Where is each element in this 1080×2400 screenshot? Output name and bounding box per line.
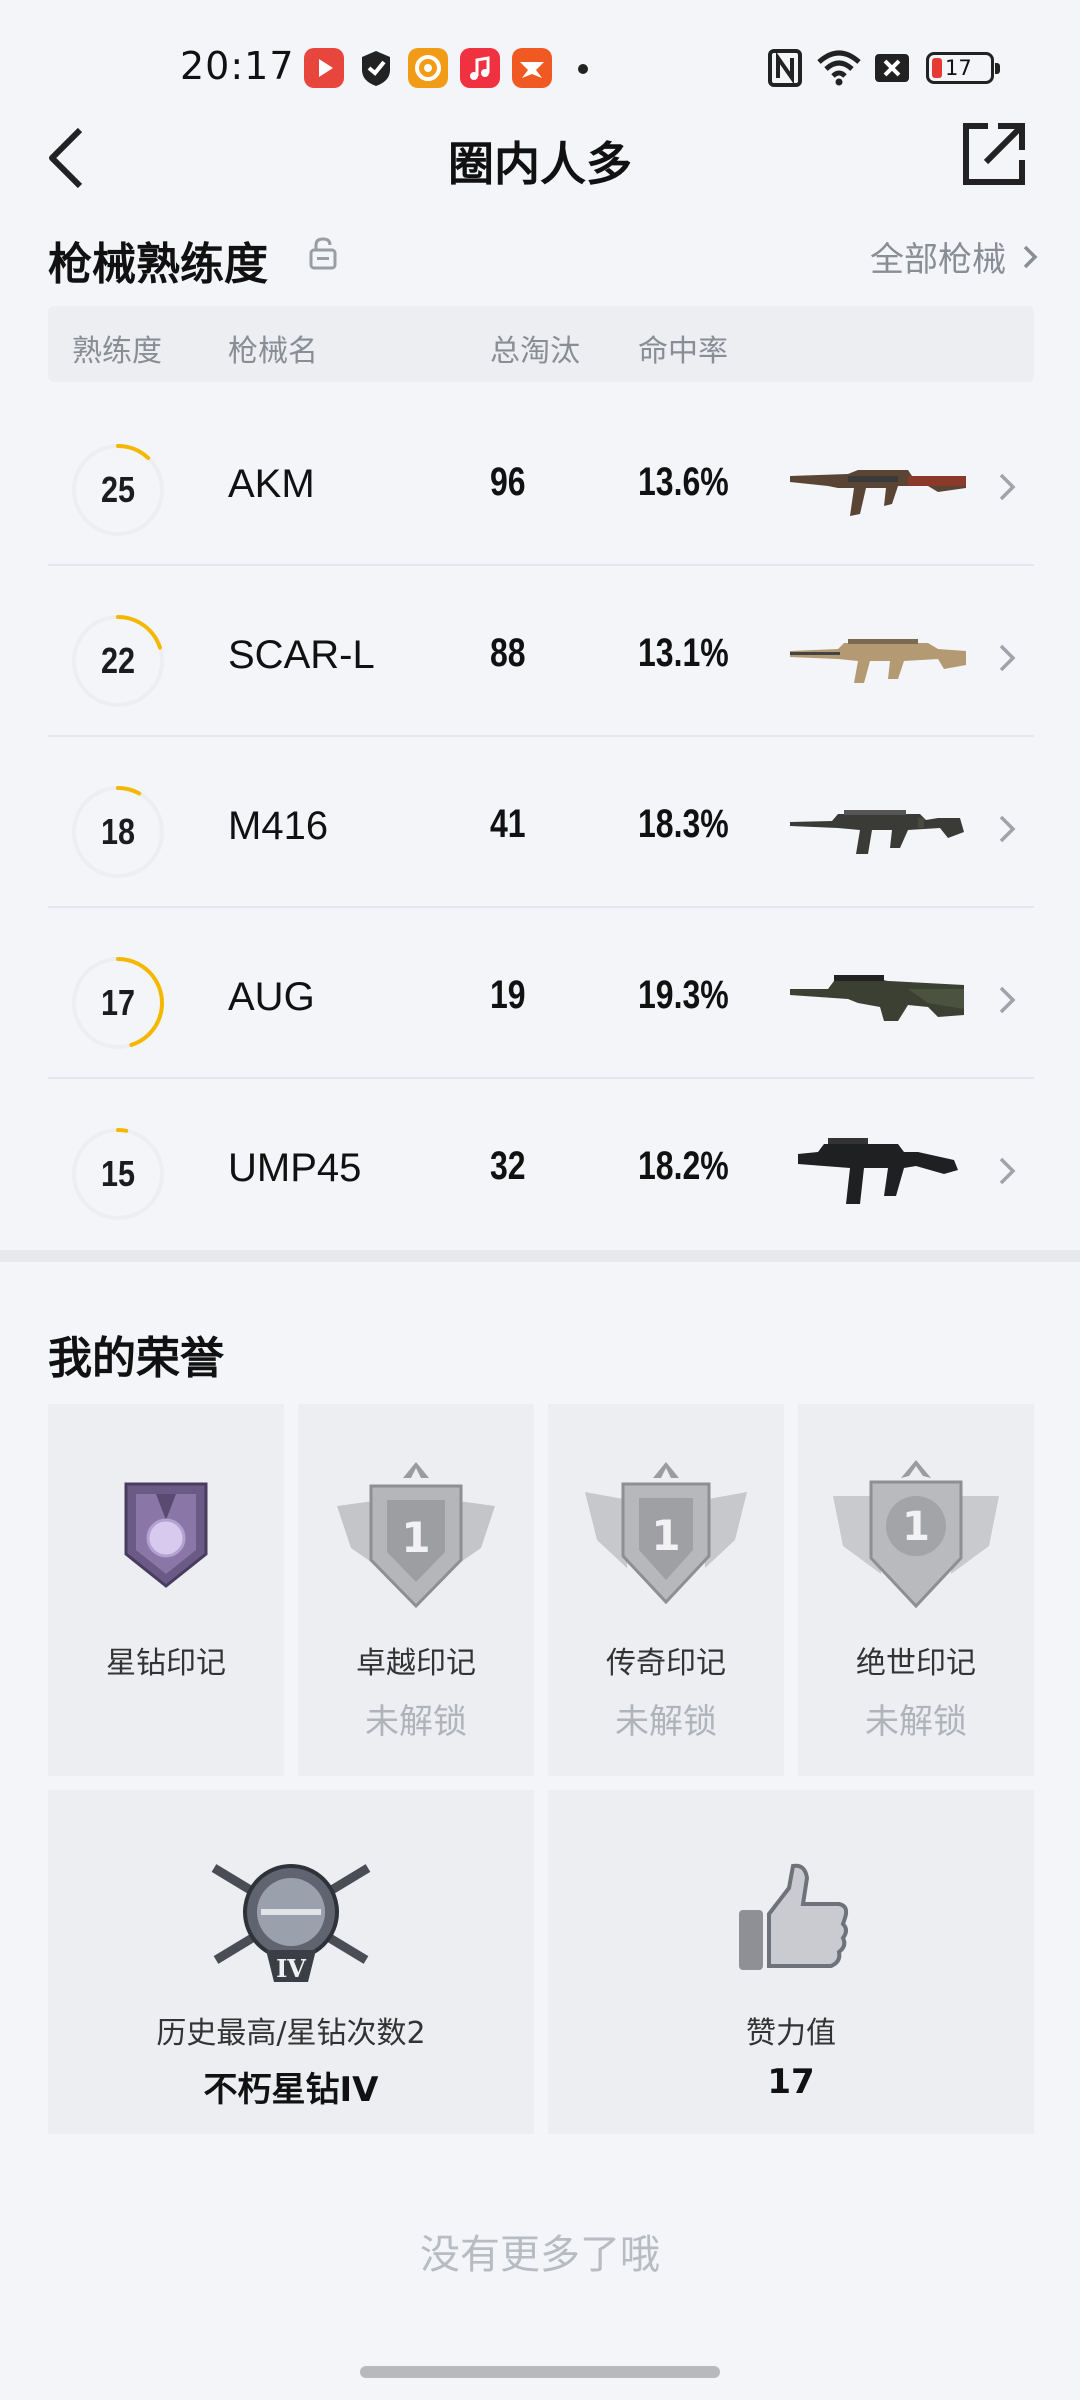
weapon-name: AKM bbox=[228, 462, 315, 506]
weapons-table-header: 熟练度 枪械名 总淘汰 命中率 bbox=[48, 306, 1034, 382]
winged-shield-emblem-icon: 1 bbox=[831, 1456, 1001, 1616]
honor-card-peerless[interactable]: 1 绝世印记 未解锁 bbox=[798, 1404, 1034, 1776]
highest-rank-card[interactable]: IV 历史最高/星钻次数2 不朽星钻IV bbox=[48, 1790, 534, 2134]
weapon-name: UMP45 bbox=[228, 1146, 362, 1190]
proficiency-ring: 18 bbox=[70, 784, 166, 880]
weapon-kills: 32 bbox=[490, 1144, 526, 1188]
proficiency-level: 15 bbox=[100, 1153, 136, 1194]
likes-card[interactable]: 赞力值 17 bbox=[548, 1790, 1034, 2134]
section-divider bbox=[0, 1250, 1080, 1262]
m416-rifle-image bbox=[788, 788, 968, 868]
rank-value: 不朽星钻IV bbox=[203, 2070, 379, 2110]
proficiency-level: 18 bbox=[100, 811, 136, 852]
svg-text:1: 1 bbox=[401, 1513, 430, 1562]
battery-percent: 17 bbox=[945, 56, 972, 80]
column-proficiency: 熟练度 bbox=[72, 334, 162, 369]
wifi-icon bbox=[816, 48, 862, 88]
honor-name: 传奇印记 bbox=[606, 1646, 726, 1681]
weapons-section-title: 枪械熟练度 bbox=[48, 239, 268, 290]
winged-shield-emblem-icon: 1 bbox=[331, 1456, 501, 1616]
thumbs-up-icon bbox=[731, 1860, 851, 1980]
music-app-icon bbox=[460, 48, 500, 88]
weapon-kills: 96 bbox=[490, 460, 526, 504]
chevron-right-icon bbox=[999, 986, 1016, 1014]
home-indicator[interactable] bbox=[360, 2366, 720, 2378]
honor-status: 未解锁 bbox=[365, 1702, 467, 1742]
battery-level bbox=[932, 58, 942, 78]
chevron-right-icon bbox=[999, 815, 1016, 843]
status-bar: 20:17 17 bbox=[0, 0, 1080, 130]
weapon-kills: 41 bbox=[490, 802, 526, 846]
akm-rifle-image bbox=[788, 446, 968, 526]
no-more-footer: 没有更多了哦 bbox=[420, 2232, 660, 2278]
weapon-hit-rate: 19.3% bbox=[638, 973, 729, 1017]
column-total-kills: 总淘汰 bbox=[490, 334, 580, 369]
likes-label: 赞力值 bbox=[746, 2016, 836, 2051]
proficiency-ring: 25 bbox=[70, 442, 166, 538]
rank-label: 历史最高/星钻次数2 bbox=[156, 2016, 426, 2051]
honor-status: 未解锁 bbox=[865, 1702, 967, 1742]
column-hit-rate: 命中率 bbox=[638, 334, 728, 369]
proficiency-ring: 15 bbox=[70, 1126, 166, 1222]
video-app-icon bbox=[304, 48, 344, 88]
weapon-row-akm[interactable]: 25 AKM 96 13.6% bbox=[48, 396, 1034, 566]
weapon-kills: 88 bbox=[490, 631, 526, 675]
rank-crossed-rifles-emblem-icon: IV bbox=[206, 1850, 376, 1990]
game-app-icon bbox=[512, 48, 552, 88]
weapon-kills: 19 bbox=[490, 973, 526, 1017]
chevron-right-icon bbox=[999, 1157, 1016, 1185]
weapon-hit-rate: 18.2% bbox=[638, 1144, 729, 1188]
share-button[interactable] bbox=[958, 118, 1030, 190]
winged-shield-emblem-icon: 1 bbox=[581, 1456, 751, 1616]
weapon-hit-rate: 13.6% bbox=[638, 460, 729, 504]
weapon-name: M416 bbox=[228, 804, 329, 848]
column-weapon-name: 枪械名 bbox=[228, 334, 318, 369]
proficiency-level: 17 bbox=[100, 982, 136, 1023]
likes-value: 17 bbox=[767, 2062, 815, 2102]
ump45-smg-image bbox=[788, 1130, 968, 1210]
proficiency-level: 22 bbox=[100, 640, 136, 681]
close-box-icon bbox=[874, 48, 910, 88]
weapon-row-aug[interactable]: 17 AUG 19 19.3% bbox=[48, 909, 1034, 1079]
share-icon bbox=[963, 123, 1025, 185]
notification-dot bbox=[578, 64, 588, 74]
lock-icon[interactable] bbox=[308, 236, 338, 270]
chevron-right-icon bbox=[1023, 245, 1038, 268]
honors-section-title: 我的荣誉 bbox=[48, 1333, 224, 1384]
weapon-name: AUG bbox=[228, 975, 315, 1019]
honor-status: 未解锁 bbox=[615, 1702, 717, 1742]
status-time: 20:17 bbox=[180, 44, 295, 88]
honor-name: 星钻印记 bbox=[106, 1646, 226, 1681]
honor-card-excellence[interactable]: 1 卓越印记 未解锁 bbox=[298, 1404, 534, 1776]
honor-name: 卓越印记 bbox=[356, 1646, 476, 1681]
svg-text:1: 1 bbox=[651, 1511, 680, 1560]
aug-rifle-image bbox=[788, 959, 968, 1039]
weapon-hit-rate: 13.1% bbox=[638, 631, 729, 675]
proficiency-level: 25 bbox=[100, 469, 136, 510]
orange-app-icon bbox=[408, 48, 448, 88]
all-weapons-label: 全部枪械 bbox=[870, 240, 1006, 280]
nfc-icon bbox=[768, 48, 802, 88]
weapon-row-m416[interactable]: 18 M416 41 18.3% bbox=[48, 738, 1034, 908]
proficiency-ring: 17 bbox=[70, 955, 166, 1051]
medal-shield-icon bbox=[118, 1480, 214, 1590]
proficiency-ring: 22 bbox=[70, 613, 166, 709]
page-title: 圈内人多 bbox=[448, 137, 632, 191]
chevron-right-icon bbox=[999, 473, 1016, 501]
svg-text:1: 1 bbox=[902, 1504, 930, 1550]
weapon-name: SCAR-L bbox=[228, 633, 375, 677]
honor-card-legend[interactable]: 1 传奇印记 未解锁 bbox=[548, 1404, 784, 1776]
honor-name: 绝世印记 bbox=[856, 1646, 976, 1681]
scar-l-rifle-image bbox=[788, 617, 968, 697]
chevron-right-icon bbox=[999, 644, 1016, 672]
all-weapons-link[interactable]: 全部枪械 bbox=[870, 232, 1040, 281]
shield-app-icon bbox=[356, 48, 396, 88]
weapon-row-ump45[interactable]: 15 UMP45 32 18.2% bbox=[48, 1080, 1034, 1250]
battery-icon: 17 bbox=[926, 52, 1000, 84]
weapon-row-scar-l[interactable]: 22 SCAR-L 88 13.1% bbox=[48, 567, 1034, 737]
svg-text:IV: IV bbox=[276, 1954, 306, 1983]
honor-card-star-diamond[interactable]: 星钻印记 bbox=[48, 1404, 284, 1776]
weapon-hit-rate: 18.3% bbox=[638, 802, 729, 846]
